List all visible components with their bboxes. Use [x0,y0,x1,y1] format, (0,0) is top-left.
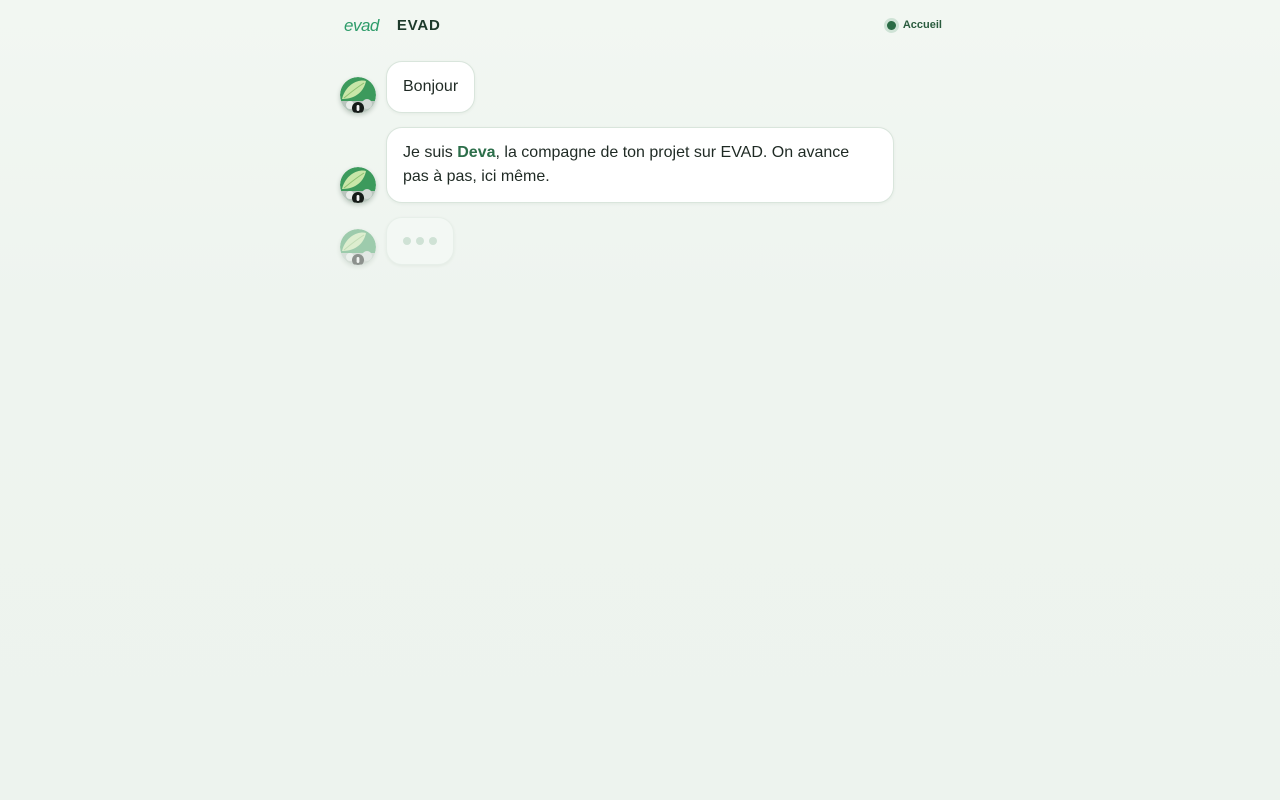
evad-logo[interactable]: evad [344,17,379,34]
top-bar: evad EVAD Accueil [344,12,942,38]
assistant-avatar [340,229,376,265]
assistant-name: Deva [457,144,496,161]
leaf-avatar-icon [340,229,376,265]
message-text-before: Je suis [403,144,458,161]
status-dot-icon [886,20,896,30]
typing-dot-icon [429,237,437,245]
typing-indicator [386,217,454,265]
home-link[interactable]: Accueil [886,19,942,31]
leaf-avatar-icon [340,167,376,203]
assistant-avatar [340,167,376,203]
assistant-message: Je suis Deva, la compagne de ton projet … [340,127,940,203]
typing-dot-icon [416,237,424,245]
assistant-avatar [340,77,376,113]
brand-name: EVAD [396,16,441,34]
typing-dot-icon [403,237,411,245]
assistant-message: Bonjour [340,61,940,113]
typing-message [340,217,940,265]
leaf-avatar-icon [340,77,376,113]
message-bubble: Je suis Deva, la compagne de ton projet … [386,127,894,203]
home-label: Accueil [902,19,942,31]
message-bubble: Bonjour [386,61,476,113]
message-thread: Bonjour Je suis Deva, la compagne de ton… [340,61,940,279]
chat-app: evad EVAD Accueil Bonjour Je suis Deva, … [0,0,1280,800]
